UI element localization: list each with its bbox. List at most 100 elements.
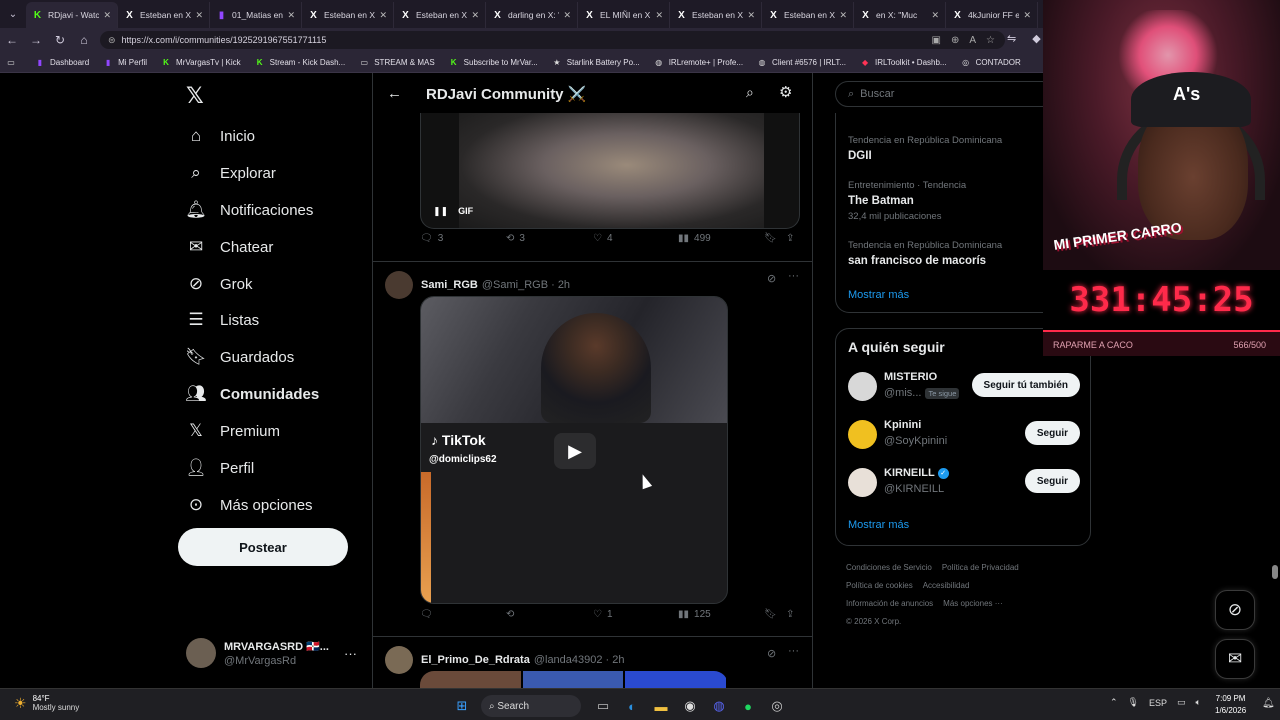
forward-arrow-icon[interactable]: → — [24, 33, 48, 47]
browser-tab[interactable]: Xdarling en X: "L ✕ — [486, 2, 578, 28]
repost-button[interactable]: ⟲ 3 — [506, 233, 525, 244]
messages-fab-icon[interactable]: ✉ — [1215, 639, 1255, 679]
avatar[interactable] — [385, 646, 413, 674]
trend-item[interactable]: Tendencia en República Dominicana san fr… — [848, 240, 1002, 267]
browser-tab[interactable]: X Esteban en X: "✕ — [302, 2, 394, 28]
close-icon[interactable]: ✕ — [563, 10, 571, 21]
more-dots-icon[interactable]: ··· — [344, 646, 357, 661]
footer-link[interactable]: Política de cookies — [846, 581, 913, 590]
browser-tab[interactable]: X Esteban en X: "✕ — [394, 2, 486, 28]
footer-link[interactable]: Condiciones de Servicio — [846, 563, 932, 572]
bookmark-button[interactable]: 🔖︎ — [764, 233, 777, 244]
zoom-icon[interactable]: ⊕ — [951, 35, 959, 46]
follow-button[interactable]: Seguir — [1024, 421, 1080, 445]
spotify-icon[interactable]: ● — [738, 696, 758, 716]
back-arrow-icon[interactable]: ← — [387, 85, 402, 102]
taskbar-clock[interactable]: 7:09 PM 1/6/2026 — [1215, 693, 1246, 717]
close-icon[interactable]: ✕ — [195, 10, 203, 21]
views-button[interactable]: ▮▮ 499 — [678, 233, 711, 244]
browser-tab[interactable]: X Esteban en X: "✕ — [670, 2, 762, 28]
bookmark-item[interactable]: K Stream - Kick Dash... — [255, 57, 345, 67]
volume-icon[interactable]: 🔈︎ — [1196, 697, 1201, 708]
like-button[interactable]: ♡ 4 — [593, 233, 613, 244]
show-more-link[interactable]: Mostrar más — [848, 289, 909, 301]
browser-tab[interactable]: X EL MIÑI en X: " ✕ — [578, 2, 670, 28]
tiktok-embed[interactable]: ♪ TikTok @domiclips62 ▶ — [420, 296, 728, 604]
microphone-icon[interactable]: 🎙︎ — [1128, 697, 1139, 708]
avatar[interactable] — [848, 372, 877, 401]
search-icon[interactable]: ⌕ — [746, 84, 754, 101]
bookmark-item[interactable]: ◆ IRLToolkit • Dashb... — [860, 57, 947, 67]
footer-link[interactable]: Información de anuncios — [846, 599, 933, 608]
nav-item-communities[interactable]: 👥︎ Comunidades — [185, 379, 319, 409]
network-icon[interactable]: ▭ — [1177, 697, 1186, 708]
nav-item-home[interactable]: ⌂ Inicio — [186, 121, 255, 151]
grok-fab-icon[interactable]: ⊘ — [1215, 590, 1255, 630]
trend-item[interactable]: Entretenimiento · Tendencia The Batman 3… — [848, 180, 966, 222]
nav-item-bookmark[interactable]: 🔖︎ Guardados — [185, 342, 294, 372]
bookmark-item[interactable]: ★ Starlink Battery Po... — [552, 57, 640, 67]
close-icon[interactable]: ✕ — [379, 10, 387, 21]
browser-tab[interactable]: X Esteban en X: "✕ — [118, 2, 210, 28]
taskbar-search[interactable]: ⌕ Search — [481, 695, 581, 717]
close-icon[interactable]: ✕ — [839, 10, 847, 21]
more-dots-icon[interactable]: ··· — [788, 270, 799, 282]
share-icon[interactable]: ⇪ — [786, 609, 794, 620]
browser-tab[interactable]: K RDjavi - Watch ✕ — [26, 2, 118, 28]
nav-item-list[interactable]: ☰ Listas — [186, 305, 259, 335]
bookmark-item[interactable]: ◎ CONTADOR — [961, 57, 1021, 67]
post-media-grid[interactable] — [420, 671, 728, 688]
nav-item-search[interactable]: ⌕ Explorar — [186, 158, 276, 188]
bookmark-item[interactable]: ▮ Dashboard — [35, 57, 89, 67]
trend-item[interactable]: Tendencia en República Dominicana DGII — [848, 135, 1002, 162]
nav-item-more-circle[interactable]: ⊙ Más opciones — [186, 490, 313, 520]
bookmark-item[interactable]: ◍ IRLremote+ | Profe... — [654, 57, 743, 67]
reply-button[interactable]: 🗨︎ 3 — [420, 233, 443, 244]
views-button[interactable]: ▮▮ 125 — [678, 609, 711, 620]
reload-icon[interactable]: ↻ — [48, 33, 72, 47]
footer-link[interactable]: Más opciones ··· — [943, 599, 1003, 608]
read-aloud-icon[interactable]: A — [969, 35, 976, 46]
tab-search-chevron-icon[interactable]: ⌄ — [0, 0, 26, 28]
close-icon[interactable]: ✕ — [931, 10, 939, 21]
grok-icon[interactable]: ⊘ — [767, 647, 776, 660]
grok-icon[interactable]: ⊘ — [767, 272, 776, 285]
bookmark-item[interactable]: K MrVargasTv | Kick — [161, 57, 241, 67]
discord-icon[interactable]: ◍ — [709, 696, 729, 716]
x-logo-icon[interactable]: 𝕏 — [186, 83, 204, 109]
bookmark-item[interactable]: ▭ STREAM & MAS — [359, 57, 434, 67]
nav-item-person[interactable]: 👤︎ Perfil — [185, 453, 254, 483]
language-indicator[interactable]: ESP — [1149, 698, 1167, 708]
bookmarks-menu-icon[interactable]: ▭ — [6, 57, 21, 67]
nav-item-mail[interactable]: ✉ Chatear — [186, 232, 274, 262]
browser-tab[interactable]: X 4kJunior FF en ✕ — [946, 2, 1038, 28]
post-author-name[interactable]: El_Primo_De_Rdrata — [421, 654, 530, 666]
chevron-up-icon[interactable]: ⌃ — [1110, 697, 1118, 708]
scrollbar-thumb[interactable] — [1272, 565, 1278, 579]
app-available-icon[interactable]: ▣ — [932, 35, 941, 46]
back-arrow-icon[interactable]: ← — [0, 33, 24, 47]
browser-tab[interactable]: ▮ 01_Matias en ✕ — [210, 2, 302, 28]
home-icon[interactable]: ⌂ — [72, 33, 96, 47]
show-more-link[interactable]: Mostrar más — [848, 519, 909, 531]
follow-suggestion[interactable]: MISTERIO @mis... Te sigue Seguir tú tambi… — [848, 369, 1080, 405]
bookmark-item[interactable]: ▮ Mi Perfil — [103, 57, 147, 67]
follow-button[interactable]: Seguir — [1024, 469, 1080, 493]
close-icon[interactable]: ✕ — [747, 10, 755, 21]
avatar[interactable] — [385, 271, 413, 299]
gear-icon[interactable]: ⚙ — [779, 83, 792, 101]
close-icon[interactable]: ✕ — [287, 10, 295, 21]
footer-link[interactable]: Accesibilidad — [923, 581, 970, 590]
nav-item-x[interactable]: 𝕏 Premium — [186, 416, 280, 446]
post-author-name[interactable]: Sami_RGB — [421, 279, 478, 291]
post-button[interactable]: Postear — [178, 528, 348, 566]
address-bar[interactable]: ⊜ https://x.com/i/communities/1925291967… — [100, 31, 1005, 49]
follow-suggestion[interactable]: Kpinini @SoyKpinini Seguir — [848, 417, 1080, 453]
extensions-icon[interactable]: ⇋ — [1007, 32, 1016, 45]
reply-button[interactable]: 🗨︎ — [420, 609, 438, 620]
profile-icon[interactable]: ◆ — [1032, 32, 1040, 45]
weather-widget[interactable]: ☀ 84°F Mostly sunny — [14, 694, 79, 712]
nav-item-bell[interactable]: 🔔︎ Notificaciones — [185, 195, 313, 225]
windows-start-icon[interactable]: ⊞ — [452, 696, 472, 716]
browser-tab[interactable]: X Esteban en X: "✕ — [762, 2, 854, 28]
